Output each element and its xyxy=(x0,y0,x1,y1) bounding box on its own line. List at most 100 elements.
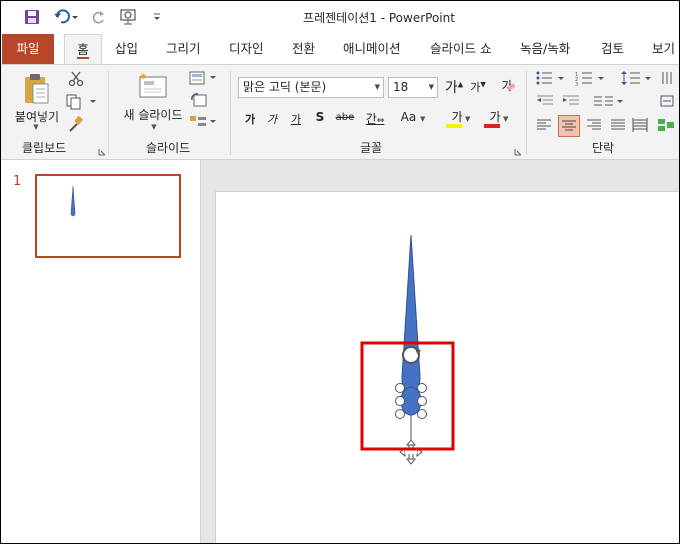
slide-number: 1 xyxy=(13,174,22,189)
slides-group-label: 슬라이드 xyxy=(146,141,191,155)
grow-font-label: 가 xyxy=(444,80,458,96)
eraser-icon xyxy=(506,83,516,91)
resize-handle[interactable] xyxy=(417,409,427,419)
clear-formatting-button[interactable]: 가 xyxy=(496,77,518,94)
svg-text:3: 3 xyxy=(575,82,578,86)
new-slide-label[interactable]: 새 슬라이드 xyxy=(118,106,188,123)
cut-icon[interactable] xyxy=(66,70,86,88)
bold-button[interactable]: 가 xyxy=(244,111,256,127)
smartart-icon[interactable] xyxy=(656,115,676,135)
character-spacing-label: 간 xyxy=(365,112,377,126)
shrink-font-button[interactable]: 가▼ xyxy=(468,79,488,95)
resize-handle[interactable] xyxy=(395,396,405,406)
resize-handle[interactable] xyxy=(417,396,427,406)
new-slide-dropdown-icon[interactable]: ▼ xyxy=(148,123,160,131)
highlight-label: 가 xyxy=(451,110,463,124)
italic-button[interactable]: 가 xyxy=(266,111,278,127)
paste-dropdown-icon[interactable]: ▼ xyxy=(30,123,42,131)
tab-home-label: 홈 xyxy=(77,42,89,59)
change-case-button[interactable]: Aa ▼ xyxy=(398,110,428,124)
layout-icon[interactable] xyxy=(188,69,218,87)
decrease-indent-icon[interactable] xyxy=(534,93,556,109)
font-size-combo[interactable]: 18 ▼ xyxy=(388,77,438,98)
align-text-icon[interactable] xyxy=(658,93,676,109)
tab-design[interactable]: 디자인 xyxy=(229,34,264,64)
font-name-combo[interactable]: 맑은 고딕 (본문) ▼ xyxy=(238,77,384,98)
columns-icon[interactable] xyxy=(592,93,626,109)
tab-review[interactable]: 검토 xyxy=(601,34,624,64)
justify-icon[interactable] xyxy=(608,115,628,135)
thumbnail-needle-shape xyxy=(70,185,76,217)
slide-editing-area xyxy=(201,160,680,544)
new-slide-icon[interactable]: ✷ xyxy=(136,69,170,103)
font-size-value: 18 xyxy=(393,80,409,94)
shadow-button[interactable]: S xyxy=(314,110,326,124)
align-left-icon[interactable] xyxy=(534,115,554,135)
separator xyxy=(526,71,527,155)
resize-handle[interactable] xyxy=(417,383,427,393)
font-launcher-icon[interactable] xyxy=(514,145,522,156)
paragraph-group-label: 단락 xyxy=(592,141,615,155)
section-icon[interactable] xyxy=(188,113,218,131)
change-case-dropdown-icon[interactable]: ▼ xyxy=(420,115,425,123)
copy-icon[interactable] xyxy=(64,93,98,111)
clipboard-group-label: 클립보드 xyxy=(22,141,67,155)
document-title: 프레젠테이션1 - PowerPoint xyxy=(303,11,455,25)
separator xyxy=(230,71,231,155)
needle-drawing xyxy=(360,234,455,465)
grow-arrow-icon: ▲ xyxy=(457,80,464,89)
font-size-dropdown-icon[interactable]: ▼ xyxy=(429,78,434,97)
highlight-button[interactable]: 가 ▼ xyxy=(444,108,478,128)
highlight-dropdown-icon[interactable]: ▼ xyxy=(463,115,470,123)
spacing-arrows-icon: ⇔ xyxy=(376,116,385,126)
slide-thumbnail[interactable] xyxy=(35,174,181,258)
ribbon-tabs: 파일 홈 삽입 그리기 디자인 전환 애니메이션 슬라이드 쇼 녹음/녹화 검토… xyxy=(0,34,680,64)
slide-canvas[interactable] xyxy=(215,191,680,544)
line-spacing-icon[interactable] xyxy=(620,69,654,87)
align-center-icon[interactable] xyxy=(558,115,580,137)
tab-insert[interactable]: 삽입 xyxy=(115,34,138,64)
tab-transitions[interactable]: 전환 xyxy=(292,34,315,64)
title-bar: 프레젠테이션1 - PowerPoint xyxy=(0,0,680,34)
tab-record[interactable]: 녹음/녹화 xyxy=(520,34,570,64)
font-color-button[interactable]: 가 ▼ xyxy=(482,108,516,128)
underline-button[interactable]: 가 xyxy=(290,111,302,127)
bullets-icon[interactable] xyxy=(534,69,568,87)
font-group-label: 글꼴 xyxy=(360,141,383,155)
svg-text:✷: ✷ xyxy=(139,72,147,83)
resize-handle[interactable] xyxy=(395,383,405,393)
strikethrough-button[interactable]: abe xyxy=(334,112,356,123)
change-case-label: Aa xyxy=(400,110,417,124)
needle-shape[interactable] xyxy=(401,234,421,402)
text-direction-icon[interactable] xyxy=(658,69,676,87)
tab-view[interactable]: 보기 xyxy=(652,34,675,64)
font-color-dropdown-icon[interactable]: ▼ xyxy=(501,115,508,123)
shrink-font-label: 가 xyxy=(470,81,481,94)
format-painter-icon[interactable] xyxy=(66,115,86,133)
font-color-label: 가 xyxy=(489,110,501,124)
distributed-icon[interactable] xyxy=(630,115,650,135)
tab-slideshow[interactable]: 슬라이드 쇼 xyxy=(430,34,491,64)
increase-indent-icon[interactable] xyxy=(560,93,582,109)
slide-thumbnail-pane: 1 xyxy=(0,160,201,544)
character-spacing-button[interactable]: 간⇔ xyxy=(360,110,390,127)
tab-home[interactable]: 홈 xyxy=(64,34,102,64)
reset-slide-icon[interactable] xyxy=(188,91,210,109)
paste-icon[interactable] xyxy=(20,71,52,107)
highlight-swatch xyxy=(446,124,462,128)
move-cursor-icon xyxy=(399,439,423,465)
font-name-dropdown-icon[interactable]: ▼ xyxy=(375,78,380,97)
ribbon: 붙여넣기 ▼ 클립보드 ✷ 새 슬라이드 ▼ 슬라이드 맑은 고딕 (본문) ▼… xyxy=(0,64,680,160)
tab-animations[interactable]: 애니메이션 xyxy=(343,34,401,64)
numbering-icon[interactable]: 123 xyxy=(574,69,608,87)
font-name-value: 맑은 고딕 (본문) xyxy=(243,80,327,94)
clipboard-launcher-icon[interactable] xyxy=(98,145,106,156)
tab-file[interactable]: 파일 xyxy=(2,34,54,64)
align-right-icon[interactable] xyxy=(584,115,604,135)
grow-font-button[interactable]: 가▲ xyxy=(444,77,464,97)
resize-handle[interactable] xyxy=(395,409,405,419)
separator xyxy=(108,71,109,155)
tab-draw[interactable]: 그리기 xyxy=(166,34,201,64)
font-color-swatch xyxy=(484,124,500,128)
shrink-arrow-icon: ▼ xyxy=(480,80,486,89)
